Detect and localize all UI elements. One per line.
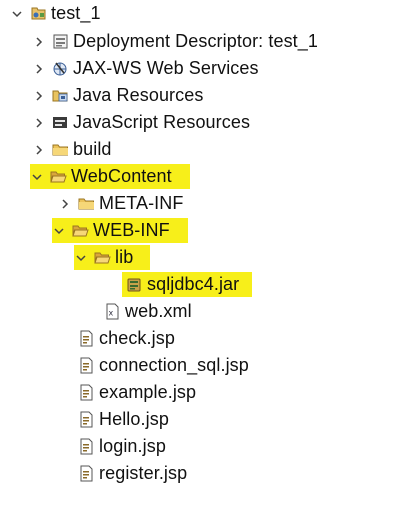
tree-item-label: connection_sql.jsp xyxy=(99,355,249,375)
tree-item-web-xml[interactable]: x web.xml xyxy=(104,298,192,325)
chevron-down-icon[interactable] xyxy=(30,163,44,190)
tree-item-label: check.jsp xyxy=(99,328,175,348)
tree-item-meta-inf[interactable]: META-INF xyxy=(58,190,183,217)
tree-item-webcontent[interactable]: WebContent xyxy=(30,163,190,190)
tree-item-label: Hello.jsp xyxy=(99,409,169,429)
tree-item-lib[interactable]: lib xyxy=(74,244,150,271)
tree-item-deployment-descriptor[interactable]: Deployment Descriptor: test_1 xyxy=(32,28,318,55)
chevron-down-icon[interactable] xyxy=(10,0,24,27)
folder-icon xyxy=(52,141,69,158)
jsp-file-icon xyxy=(78,465,95,482)
tree-item-javascript-resources[interactable]: JavaScript Resources xyxy=(32,109,250,136)
tree-item-build[interactable]: build xyxy=(32,136,112,163)
tree-item-file[interactable]: Hello.jsp xyxy=(78,406,169,433)
svg-text:x: x xyxy=(109,309,114,318)
tree-item-label: WEB-INF xyxy=(93,220,170,240)
jar-icon xyxy=(126,276,143,293)
xml-file-icon: x xyxy=(104,303,121,320)
tree-item-label: web.xml xyxy=(125,301,192,321)
tree-item-sqljdbc4-jar[interactable]: sqljdbc4.jar xyxy=(122,271,252,298)
tree-item-label: example.jsp xyxy=(99,382,197,402)
chevron-right-icon[interactable] xyxy=(32,55,46,82)
jsp-file-icon xyxy=(78,357,95,374)
chevron-right-icon[interactable] xyxy=(32,136,46,163)
tree-item-label: build xyxy=(73,139,112,159)
tree-item-label: JAX-WS Web Services xyxy=(73,58,259,78)
tree-item-file[interactable]: register.jsp xyxy=(78,460,187,487)
deployment-descriptor-icon xyxy=(52,33,69,50)
tree-item-label: Deployment Descriptor: test_1 xyxy=(73,31,319,51)
jsp-file-icon xyxy=(78,384,95,401)
project-explorer-tree: test_1 Deployment Descriptor: test_1 JAX… xyxy=(0,0,404,509)
tree-item-label: login.jsp xyxy=(99,436,166,456)
chevron-right-icon[interactable] xyxy=(32,82,46,109)
chevron-right-icon[interactable] xyxy=(32,109,46,136)
folder-open-icon xyxy=(94,249,111,266)
folder-icon xyxy=(78,195,95,212)
javascript-resources-icon xyxy=(52,114,69,131)
web-services-icon xyxy=(52,60,69,77)
jsp-file-icon xyxy=(78,330,95,347)
tree-item-label: JavaScript Resources xyxy=(73,112,251,132)
folder-open-icon xyxy=(72,222,89,239)
tree-item-label: Java Resources xyxy=(73,85,204,105)
tree-item-label: test_1 xyxy=(51,3,101,23)
chevron-right-icon[interactable] xyxy=(32,28,46,55)
tree-item-file[interactable]: check.jsp xyxy=(78,325,175,352)
folder-open-icon xyxy=(50,168,67,185)
tree-item-project[interactable]: test_1 xyxy=(10,0,101,27)
chevron-down-icon[interactable] xyxy=(74,244,88,271)
tree-item-java-resources[interactable]: Java Resources xyxy=(32,82,203,109)
tree-item-file[interactable]: connection_sql.jsp xyxy=(78,352,249,379)
tree-item-jaxws[interactable]: JAX-WS Web Services xyxy=(32,55,259,82)
chevron-right-icon[interactable] xyxy=(58,190,72,217)
tree-item-label: lib xyxy=(115,247,134,267)
chevron-down-icon[interactable] xyxy=(52,217,66,244)
jsp-file-icon xyxy=(78,411,95,428)
tree-item-web-inf[interactable]: WEB-INF xyxy=(52,217,188,244)
tree-item-file[interactable]: example.jsp xyxy=(78,379,196,406)
tree-item-label: register.jsp xyxy=(99,463,188,483)
tree-item-label: sqljdbc4.jar xyxy=(147,274,240,294)
tree-item-label: META-INF xyxy=(99,193,184,213)
tree-item-label: WebContent xyxy=(71,166,172,186)
tree-item-file[interactable]: login.jsp xyxy=(78,433,166,460)
jsp-file-icon xyxy=(78,438,95,455)
java-ee-project-icon xyxy=(30,5,47,22)
java-resources-icon xyxy=(52,87,69,104)
